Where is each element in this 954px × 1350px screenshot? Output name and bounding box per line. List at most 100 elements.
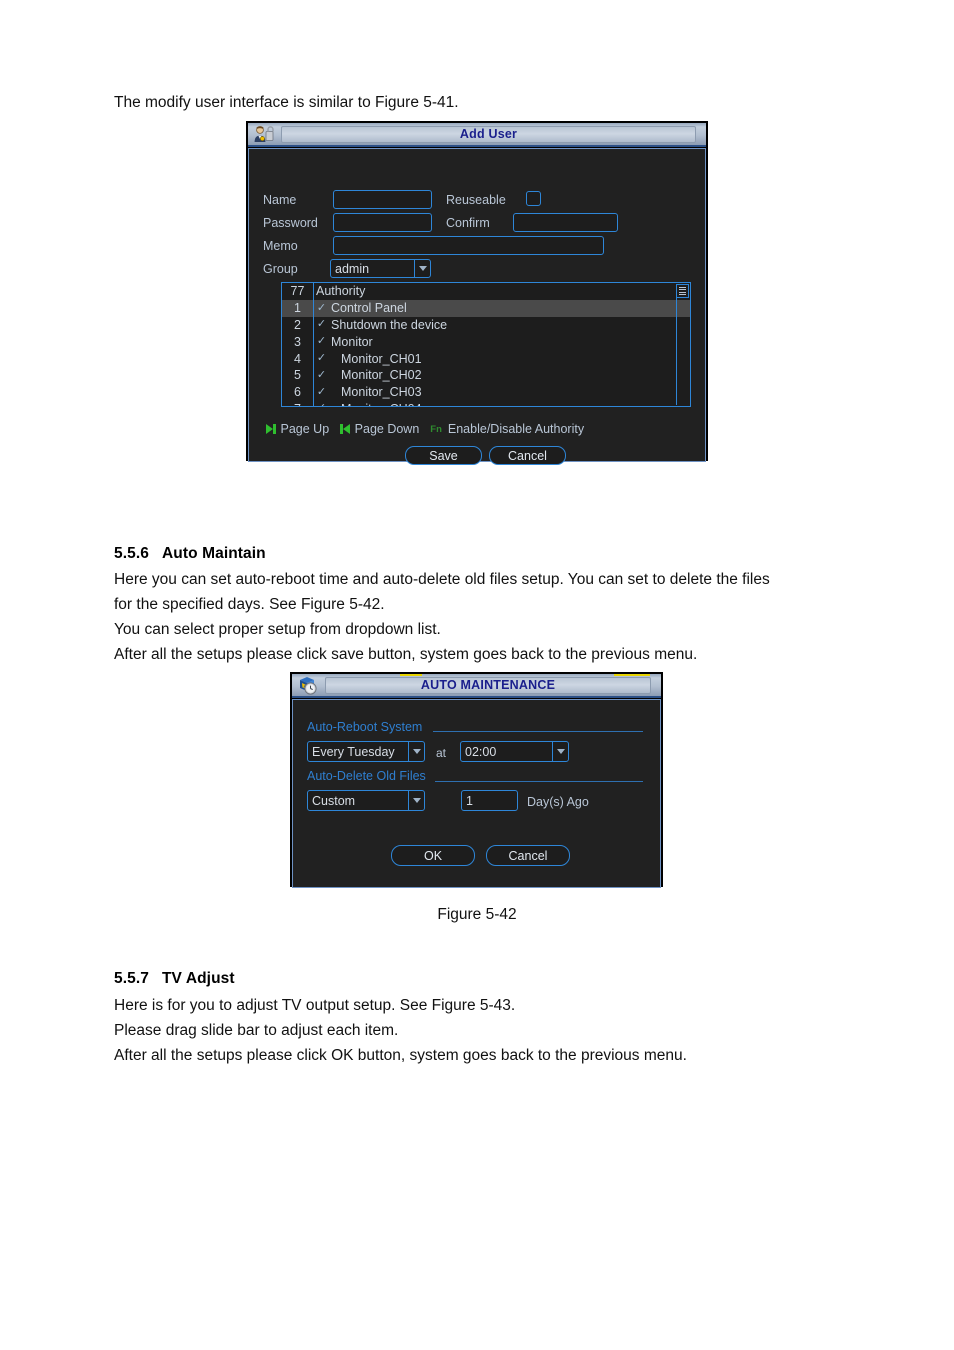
chevron-down-icon [408,791,424,810]
check-icon[interactable]: ✓ [314,302,329,314]
section-556-title: Auto Maintain [161,545,266,562]
chevron-down-icon [408,742,424,761]
page-up-icon [266,424,276,434]
section-556-line-3: After all the setups please click save b… [114,646,698,663]
auto-reboot-group-label: Auto-Reboot System [307,720,423,734]
user-key-icon [251,124,277,144]
figure-caption: Figure 5-42 [437,906,517,923]
reboot-at-label: at [436,746,447,760]
authority-row-label: Monitor [331,334,373,349]
fn-action-label: Enable/Disable Authority [447,422,585,436]
authority-row-index: 7 [282,402,313,406]
authority-row-label: Monitor_CH01 [341,351,422,366]
check-icon[interactable]: ✓ [314,369,329,381]
section-557-line-0: Here is for you to adjust TV output setu… [114,997,516,1014]
confirm-input[interactable] [513,213,618,232]
reboot-day-select[interactable]: Every Tuesday [307,741,425,762]
name-input[interactable] [333,190,432,209]
page-down-icon [340,424,350,434]
authority-row-index: 2 [294,317,301,332]
authority-row[interactable]: 4 ✓ Monitor_CH01 [282,350,690,367]
authority-footer: Page Up Page Down Fn Enable/Disable Auth… [266,422,595,436]
chevron-down-icon [552,742,568,761]
authority-row-index: 5 [294,368,301,383]
authority-scroll-track[interactable] [676,298,689,405]
group-select[interactable]: admin [330,259,431,278]
check-icon[interactable]: ✓ [314,336,329,347]
authority-row[interactable]: 2 ✓ Shutdown the device [282,316,690,334]
section-557-number: 5.5.7 [114,970,149,987]
authority-row-label: Control Panel [331,301,407,316]
name-label: Name [263,193,297,207]
save-button[interactable]: Save [405,446,482,465]
section-556-number: 5.5.6 [114,545,149,562]
reuseable-label: Reuseable [446,193,506,207]
auto-maintenance-body: Auto-Reboot System Every Tuesday at 02:0… [292,699,661,888]
section-556-line-2: You can select proper setup from dropdow… [114,621,441,638]
cancel-button[interactable]: Cancel [486,845,570,866]
add-user-dialog: Add User Name Reuseable Password Confirm… [246,121,708,465]
add-user-title-plate: Add User [281,125,696,143]
auto-maintenance-dialog: AUTO MAINTENANCE Auto-Reboot System Ever… [290,672,663,888]
authority-row[interactable]: 3 ✓ Monitor [282,333,690,351]
authority-header-row: 77 Authority [282,283,690,300]
titlebar-accent-left [400,674,422,676]
section-557-heading: 5.5.7 TV Adjust [114,970,235,988]
authority-row-index: 6 [294,385,301,400]
ok-button[interactable]: OK [391,845,475,866]
delete-days-input[interactable]: 1 [461,790,518,811]
add-user-titlebar: Add User [248,123,706,147]
section-557-line-2: After all the setups please click OK but… [114,1047,687,1064]
authority-row-label: Monitor_CH02 [341,368,422,383]
check-icon[interactable]: ✓ [314,403,329,406]
auto-delete-group-label: Auto-Delete Old Files [307,769,426,783]
authority-row-label: Shutdown the device [331,317,448,332]
auto-reboot-rule [433,731,643,732]
check-icon[interactable]: ✓ [314,319,329,330]
password-label: Password [263,216,318,230]
box-clock-icon [295,675,321,695]
intro-paragraph: The modify user interface is similar to … [114,94,459,111]
check-icon[interactable]: ✓ [314,353,329,364]
document-page: The modify user interface is similar to … [0,0,954,1350]
authority-row-label: Monitor_CH04 [329,402,690,406]
authority-rows: 77 Authority 1 ✓ Control Panel 2 ✓ Shutdown the… [282,283,690,406]
authority-column-header: Authority [316,284,366,299]
section-556-heading: 5.5.6 Auto Maintain [114,545,266,563]
cancel-button[interactable]: Cancel [489,446,566,465]
authority-scroll-thumb[interactable] [676,284,689,298]
auto-maintenance-title-plate: AUTO MAINTENANCE [325,676,651,694]
section-556-line-1: for the specified days. See Figure 5-42. [114,596,385,613]
group-select-value: admin [335,261,370,276]
section-557-line-1: Please drag slide bar to adjust each ite… [114,1022,399,1039]
authority-row[interactable]: 6 ✓ Monitor_CH03 [282,383,690,401]
authority-count: 77 [290,284,305,299]
titlebar-accent-right [614,674,650,676]
memo-label: Memo [263,239,298,253]
reboot-day-value: Every Tuesday [312,744,395,759]
authority-row[interactable]: 5 ✓ Monitor_CH02 [282,366,690,384]
reboot-time-select[interactable]: 02:00 [460,741,569,762]
delete-days-suffix-label: Day(s) Ago [527,795,589,809]
delete-mode-select[interactable]: Custom [307,790,425,811]
page-up-label[interactable]: Page Up [281,422,330,436]
chevron-down-icon [414,260,430,277]
reboot-time-value: 02:00 [465,744,497,759]
authority-row-index: 3 [294,334,301,349]
delete-mode-value: Custom [312,793,356,808]
add-user-title: Add User [459,126,518,141]
authority-list[interactable]: 77 Authority 1 ✓ Control Panel 2 ✓ Shutdown the… [281,282,691,407]
memo-input[interactable] [333,236,604,255]
auto-maintenance-titlebar: AUTO MAINTENANCE [292,674,661,698]
auto-maintenance-title: AUTO MAINTENANCE [420,677,556,692]
section-556-line-0: Here you can set auto-reboot time and au… [114,571,770,588]
section-557-title: TV Adjust [161,970,235,987]
authority-row-index: 1 [294,301,301,316]
page-down-label[interactable]: Page Down [355,422,420,436]
reuseable-checkbox[interactable] [526,191,541,206]
authority-row[interactable]: 7✓Monitor_CH04 [282,400,690,406]
authority-row[interactable]: 1 ✓ Control Panel [282,299,690,317]
confirm-label: Confirm [446,216,490,230]
check-icon[interactable]: ✓ [314,386,329,398]
password-input[interactable] [333,213,432,232]
